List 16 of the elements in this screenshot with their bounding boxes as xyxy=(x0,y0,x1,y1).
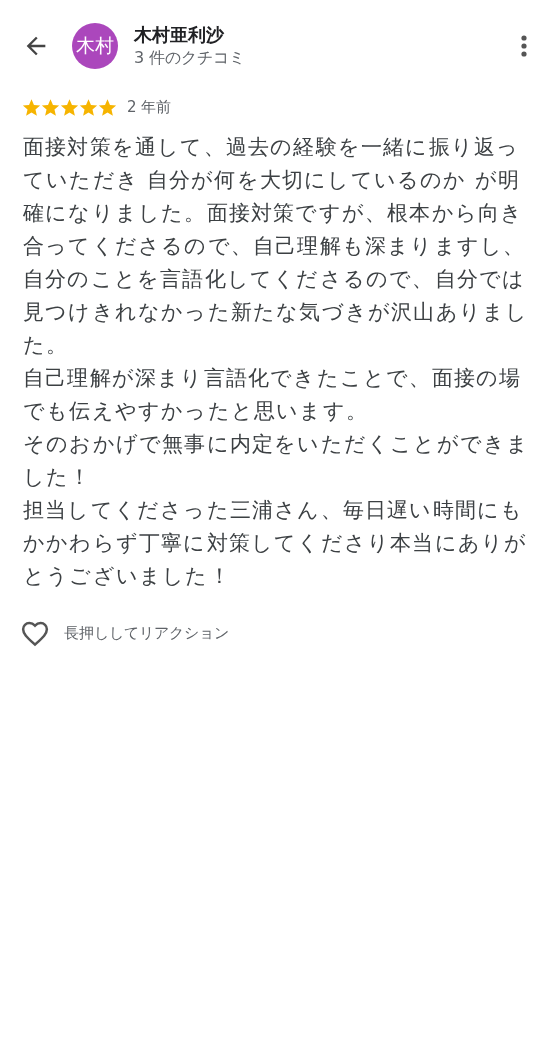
star-icon xyxy=(60,98,79,117)
avatar[interactable]: 木村 xyxy=(72,23,118,69)
review-text: 担当してくださった三浦さん、毎日遅い時間にもかかわらず丁寧に対策してくださり本当にありがとうございました！ xyxy=(23,497,529,590)
more-vert-icon xyxy=(521,35,527,57)
star-icon xyxy=(41,98,60,117)
star-icon xyxy=(22,98,41,117)
reaction-button[interactable]: 長押ししてリアクション xyxy=(20,619,229,647)
star-icon xyxy=(79,98,98,117)
review-text: 自己理解が深まり言語化できたことで、面接の場でも伝えやすかったと思います。 xyxy=(23,365,523,425)
review-text: そのおかげで無事に内定をいただくことができました！ xyxy=(23,431,531,491)
star-icon xyxy=(98,98,117,117)
review-date: 2 年前 xyxy=(127,98,172,117)
reviewer-name: 木村亜利沙 xyxy=(134,23,225,47)
review-text: 面接対策を通して、過去の経験を一緒に振り返っていただき 自分が何を大切にしているのか が明確になりました。面接対策ですが、根本から向き合ってくださるので、自己理解も深まりますし、自分のことを言語化してくださるので、自分では見つけきれなかった新たな気づきが沢山ありました。 xyxy=(23,134,530,359)
review-count: 3 件のクチコミ xyxy=(134,47,247,69)
heart-icon xyxy=(20,619,50,647)
